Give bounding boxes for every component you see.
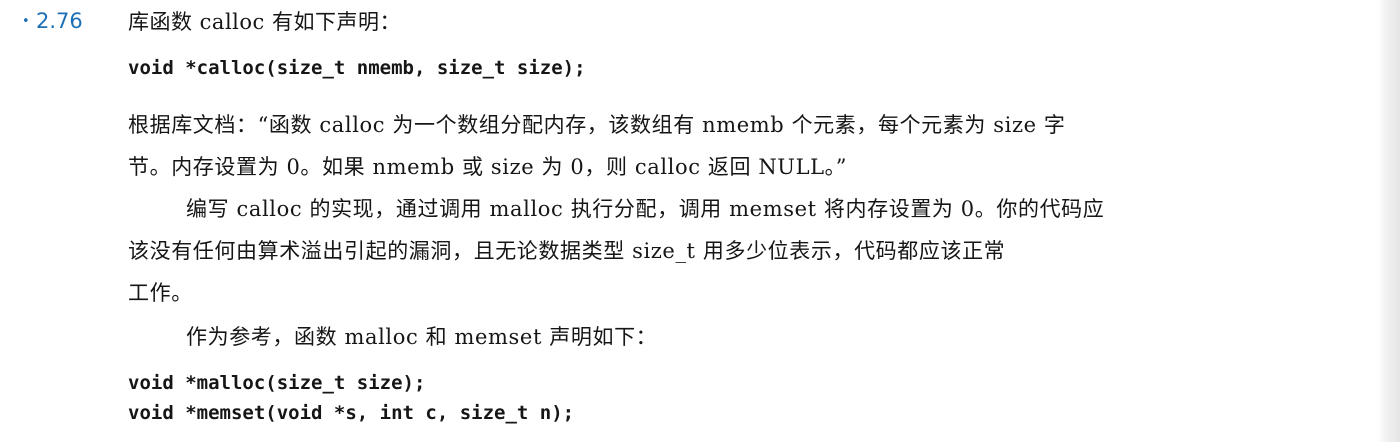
paragraph-doc-line-1: 根据库文档：“函数 calloc 为一个数组分配内存，该数组有 nmemb 个元… bbox=[128, 113, 1066, 137]
memset-declaration: void *memset(void *s, int c, size_t n); bbox=[128, 402, 575, 424]
exercise-bullet-icon: • bbox=[22, 13, 30, 29]
exercise-title: 库函数 calloc 有如下声明： bbox=[128, 10, 401, 34]
paragraph-task-line-1: 编写 calloc 的实现，通过调用 malloc 执行分配，调用 memset… bbox=[186, 197, 1105, 221]
paragraph-task-line-2: 该没有任何由算术溢出引起的漏洞，且无论数据类型 size_t 用多少位表示，代码… bbox=[128, 239, 1006, 263]
exercise-header: • 2.76 库函数 calloc 有如下声明： bbox=[22, 4, 401, 38]
calloc-declaration: void *calloc(size_t nmemb, size_t size); bbox=[128, 57, 586, 79]
paragraph-reference: 作为参考，函数 malloc 和 memset 声明如下： bbox=[186, 325, 658, 349]
page-edge-shadow bbox=[1378, 0, 1400, 442]
malloc-declaration: void *malloc(size_t size); bbox=[128, 372, 426, 394]
paragraph-task-line-3: 工作。 bbox=[128, 281, 193, 305]
paragraph-doc-line-2: 节。内存设置为 0。如果 nmemb 或 size 为 0，则 calloc 返… bbox=[128, 155, 848, 179]
exercise-number: 2.76 bbox=[36, 9, 83, 33]
textbook-page: • 2.76 库函数 calloc 有如下声明： void *calloc(si… bbox=[0, 0, 1400, 442]
